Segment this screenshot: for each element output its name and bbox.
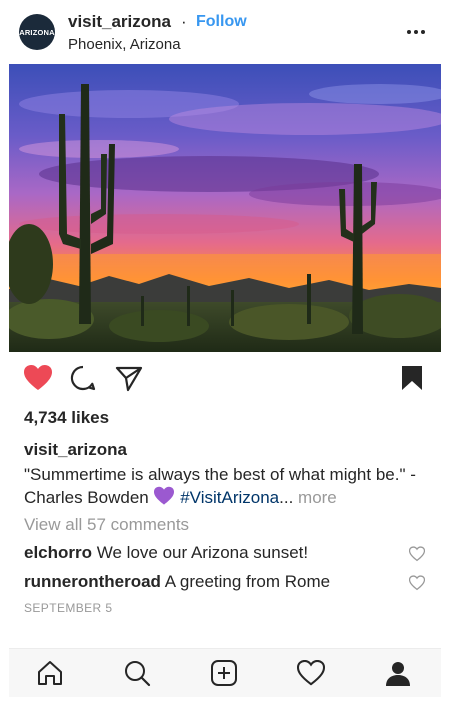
comment-icon (70, 365, 96, 391)
more-options-icon[interactable] (404, 20, 428, 44)
bookmark-filled-icon (402, 366, 422, 390)
purple-heart-emoji-icon (153, 486, 175, 512)
profile-icon (386, 662, 410, 686)
post-username[interactable]: visit_arizona (68, 12, 171, 32)
post-header: ARIZONA visit_arizona · Follow Phoenix, … (0, 0, 450, 64)
comment-like-icon[interactable] (408, 546, 426, 562)
comment-text: We love our Arizona sunset! (96, 543, 309, 562)
post-actions (0, 362, 450, 398)
comment-item: elchorro We love our Arizona sunset! (24, 543, 308, 563)
caption-more-link[interactable]: more (298, 488, 337, 507)
separator-dot: · (181, 12, 187, 31)
avatar-logo-text: ARIZONA (19, 27, 55, 37)
post-photo[interactable] (9, 64, 441, 352)
post-location[interactable]: Phoenix, Arizona (68, 36, 181, 53)
nav-profile[interactable] (374, 649, 422, 697)
search-icon (125, 661, 151, 687)
like-button[interactable] (22, 362, 54, 394)
caption: "Summertime is always the best of what m… (24, 463, 434, 512)
comment-username[interactable]: runnerontheroad (24, 572, 161, 591)
comment-item: runnerontheroad A greeting from Rome (24, 572, 330, 592)
bottom-nav (9, 648, 441, 697)
share-button[interactable] (113, 362, 145, 394)
send-icon (115, 366, 143, 392)
save-button[interactable] (396, 362, 428, 394)
heart-filled-icon (24, 365, 52, 390)
follow-button[interactable]: Follow (196, 13, 247, 31)
view-all-comments-link[interactable]: View all 57 comments (24, 515, 189, 535)
home-icon (38, 661, 62, 685)
avatar[interactable]: ARIZONA (19, 14, 55, 50)
activity-heart-icon (297, 660, 325, 686)
caption-ellipsis: ... (279, 488, 294, 507)
nav-search[interactable] (113, 649, 161, 697)
caption-hashtag[interactable]: #VisitArizona (180, 488, 279, 507)
add-post-icon (211, 660, 237, 686)
comment-username[interactable]: elchorro (24, 543, 92, 562)
comment-button[interactable] (67, 362, 99, 394)
nav-activity[interactable] (287, 649, 335, 697)
post-date: SEPTEMBER 5 (24, 601, 113, 615)
comment-text: A greeting from Rome (164, 572, 331, 591)
nav-home[interactable] (26, 649, 74, 697)
likes-count[interactable]: 4,734 likes (24, 408, 109, 428)
caption-username[interactable]: visit_arizona (24, 440, 127, 460)
desert-sunset-image (9, 64, 441, 352)
nav-add-post[interactable] (200, 649, 248, 697)
comment-like-icon[interactable] (408, 575, 426, 591)
